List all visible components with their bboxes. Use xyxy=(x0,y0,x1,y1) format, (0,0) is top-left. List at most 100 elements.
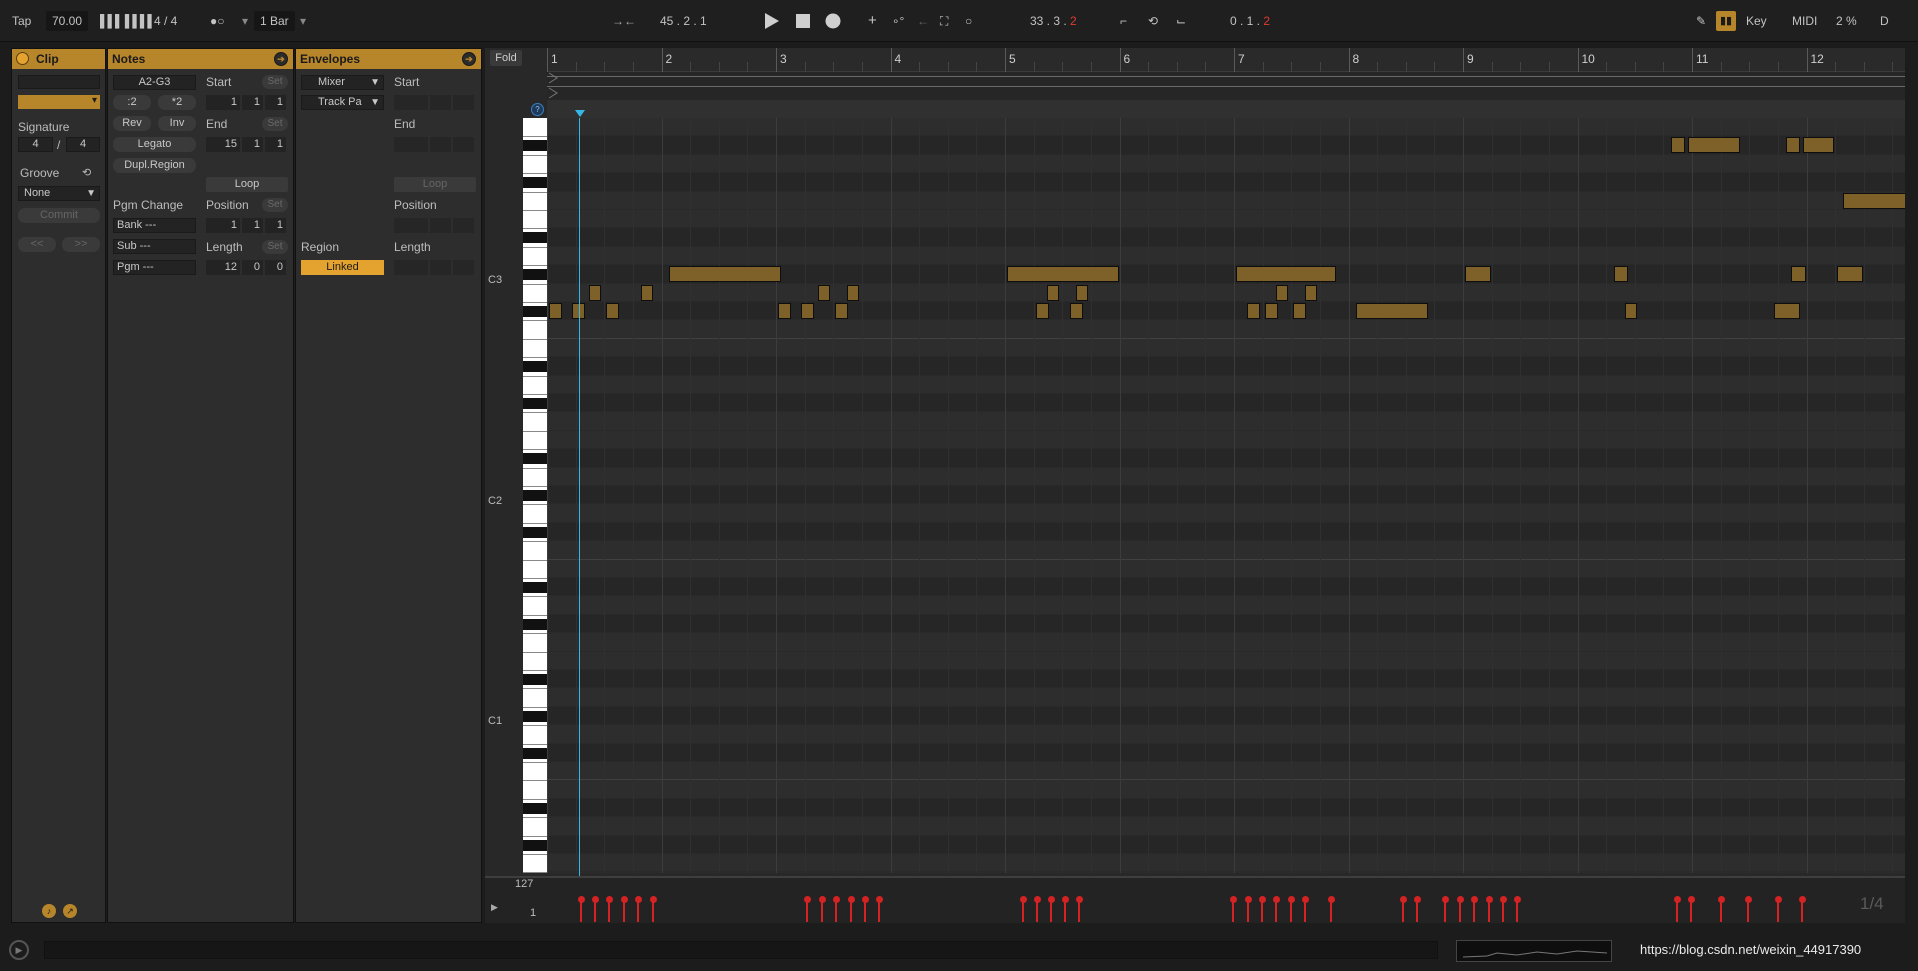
velocity-lane[interactable]: 127 1 ▶ 1/4 xyxy=(485,876,1905,923)
groove-select[interactable]: None ▼ xyxy=(18,186,100,201)
velocity-handle[interactable] xyxy=(1687,896,1695,903)
velocity-stem[interactable] xyxy=(1078,900,1080,922)
end-set-button[interactable]: Set xyxy=(262,117,288,131)
velocity-stem[interactable] xyxy=(580,900,582,922)
play-icon[interactable]: ▶ xyxy=(491,902,498,913)
overview-thumbnail[interactable] xyxy=(1456,940,1612,962)
velocity-handle[interactable] xyxy=(1456,896,1464,903)
velocity-handle[interactable] xyxy=(649,896,657,903)
velocity-handle[interactable] xyxy=(605,896,613,903)
black-key[interactable] xyxy=(523,453,547,465)
midi-note[interactable] xyxy=(835,303,849,319)
velocity-handle[interactable] xyxy=(1673,896,1681,903)
midi-note[interactable] xyxy=(640,284,653,301)
velocity-stem[interactable] xyxy=(1516,900,1518,922)
end-bar[interactable]: 15 xyxy=(206,137,240,152)
midi-note[interactable] xyxy=(1047,284,1060,301)
velocity-handle[interactable] xyxy=(1075,896,1083,903)
automation-arm-icon[interactable]: ∘° xyxy=(892,11,904,31)
velocity-handle[interactable] xyxy=(1774,896,1782,903)
velocity-handle[interactable] xyxy=(1244,896,1252,903)
midi-note[interactable] xyxy=(606,303,620,319)
arrangement-position[interactable]: 45 . 2 . 1 xyxy=(660,11,707,31)
signature-numerator[interactable]: 4 xyxy=(18,137,53,152)
end-beat[interactable]: 1 xyxy=(242,137,263,152)
velocity-handle[interactable] xyxy=(818,896,826,903)
velocity-handle[interactable] xyxy=(1513,896,1521,903)
midi-note[interactable] xyxy=(549,303,562,319)
position-set-button[interactable]: Set xyxy=(262,198,288,212)
velocity-stem[interactable] xyxy=(1247,900,1249,922)
envelope-box-icon[interactable]: ↗ xyxy=(63,904,77,918)
velocity-handle[interactable] xyxy=(847,896,855,903)
velocity-stem[interactable] xyxy=(652,900,654,922)
velocity-stem[interactable] xyxy=(1050,900,1052,922)
overdub-icon[interactable]: + xyxy=(868,11,877,31)
follow-icon[interactable]: ●○ xyxy=(210,11,225,31)
velocity-stem[interactable] xyxy=(1676,900,1678,922)
legato-button[interactable]: Legato xyxy=(113,137,196,152)
stop-icon[interactable] xyxy=(795,13,811,29)
clip-activator-icon[interactable] xyxy=(16,52,29,65)
velocity-handle[interactable] xyxy=(861,896,869,903)
midi-note[interactable] xyxy=(1688,137,1740,154)
velocity-stem[interactable] xyxy=(1502,900,1504,922)
midi-note[interactable] xyxy=(800,303,814,319)
velocity-handle[interactable] xyxy=(1413,896,1421,903)
duplicate-region-button[interactable]: Dupl.Region xyxy=(113,158,196,173)
midi-note[interactable] xyxy=(1069,303,1083,319)
velocity-handle[interactable] xyxy=(1301,896,1309,903)
midi-note[interactable] xyxy=(1613,266,1629,283)
black-key[interactable] xyxy=(523,802,547,814)
midi-note[interactable] xyxy=(1356,303,1428,319)
velocity-handle[interactable] xyxy=(803,896,811,903)
start-sixteenth[interactable]: 1 xyxy=(265,95,286,110)
loop-length-field[interactable]: 0 . 1 . 2 xyxy=(1230,11,1270,31)
velocity-stem[interactable] xyxy=(1290,900,1292,922)
velocity-stem[interactable] xyxy=(1416,900,1418,922)
midi-note[interactable] xyxy=(1236,266,1337,283)
control-chooser[interactable]: Track Pa ▼ xyxy=(301,95,384,110)
position-beat[interactable]: 1 xyxy=(242,218,263,233)
midi-note[interactable] xyxy=(1304,284,1317,301)
velocity-stem[interactable] xyxy=(1232,900,1234,922)
black-key[interactable] xyxy=(523,526,547,538)
velocity-handle[interactable] xyxy=(1499,896,1507,903)
capture-icon[interactable]: ⛶ xyxy=(940,11,948,31)
midi-note[interactable] xyxy=(1774,303,1800,319)
key-map-button[interactable]: Key xyxy=(1746,11,1767,31)
midi-note[interactable] xyxy=(1293,303,1307,319)
velocity-stem[interactable] xyxy=(864,900,866,922)
position-sixteenth[interactable]: 1 xyxy=(265,218,286,233)
velocity-handle[interactable] xyxy=(1061,896,1069,903)
midi-note[interactable] xyxy=(1465,266,1491,283)
velocity-handle[interactable] xyxy=(1258,896,1266,903)
midi-note[interactable] xyxy=(1264,303,1278,319)
velocity-handle[interactable] xyxy=(1287,896,1295,903)
velocity-handle[interactable] xyxy=(1019,896,1027,903)
velocity-stem[interactable] xyxy=(1473,900,1475,922)
velocity-handle[interactable] xyxy=(1717,896,1725,903)
start-beat[interactable]: 1 xyxy=(242,95,263,110)
start-set-button[interactable]: Set xyxy=(262,75,288,89)
punch-out-icon[interactable]: ⌙ xyxy=(1176,11,1186,31)
midi-note[interactable] xyxy=(1035,303,1049,319)
tap-button[interactable]: Tap xyxy=(12,11,31,31)
beat-time-ruler[interactable]: 1 2 3 4 5 6 7 8 9 10 11 12 xyxy=(547,48,1905,72)
velocity-stem[interactable] xyxy=(1777,900,1779,922)
midi-note[interactable] xyxy=(1802,137,1835,154)
play-icon[interactable] xyxy=(764,12,780,30)
loop-start-field[interactable]: 33 . 3 . 2 xyxy=(1030,11,1077,31)
velocity-handle[interactable] xyxy=(1229,896,1237,903)
black-key[interactable] xyxy=(523,582,547,593)
velocity-stem[interactable] xyxy=(1022,900,1024,922)
tempo-field[interactable]: 70.00 xyxy=(46,11,89,31)
midi-note[interactable] xyxy=(1276,284,1289,301)
velocity-stem[interactable] xyxy=(821,900,823,922)
midi-note[interactable] xyxy=(669,266,781,283)
midi-note[interactable] xyxy=(1842,192,1905,209)
black-key[interactable] xyxy=(523,306,547,317)
velocity-stem[interactable] xyxy=(1261,900,1263,922)
session-record-icon[interactable]: ○ xyxy=(965,11,972,31)
loop-toggle-icon[interactable]: ⟲ xyxy=(1148,11,1158,31)
